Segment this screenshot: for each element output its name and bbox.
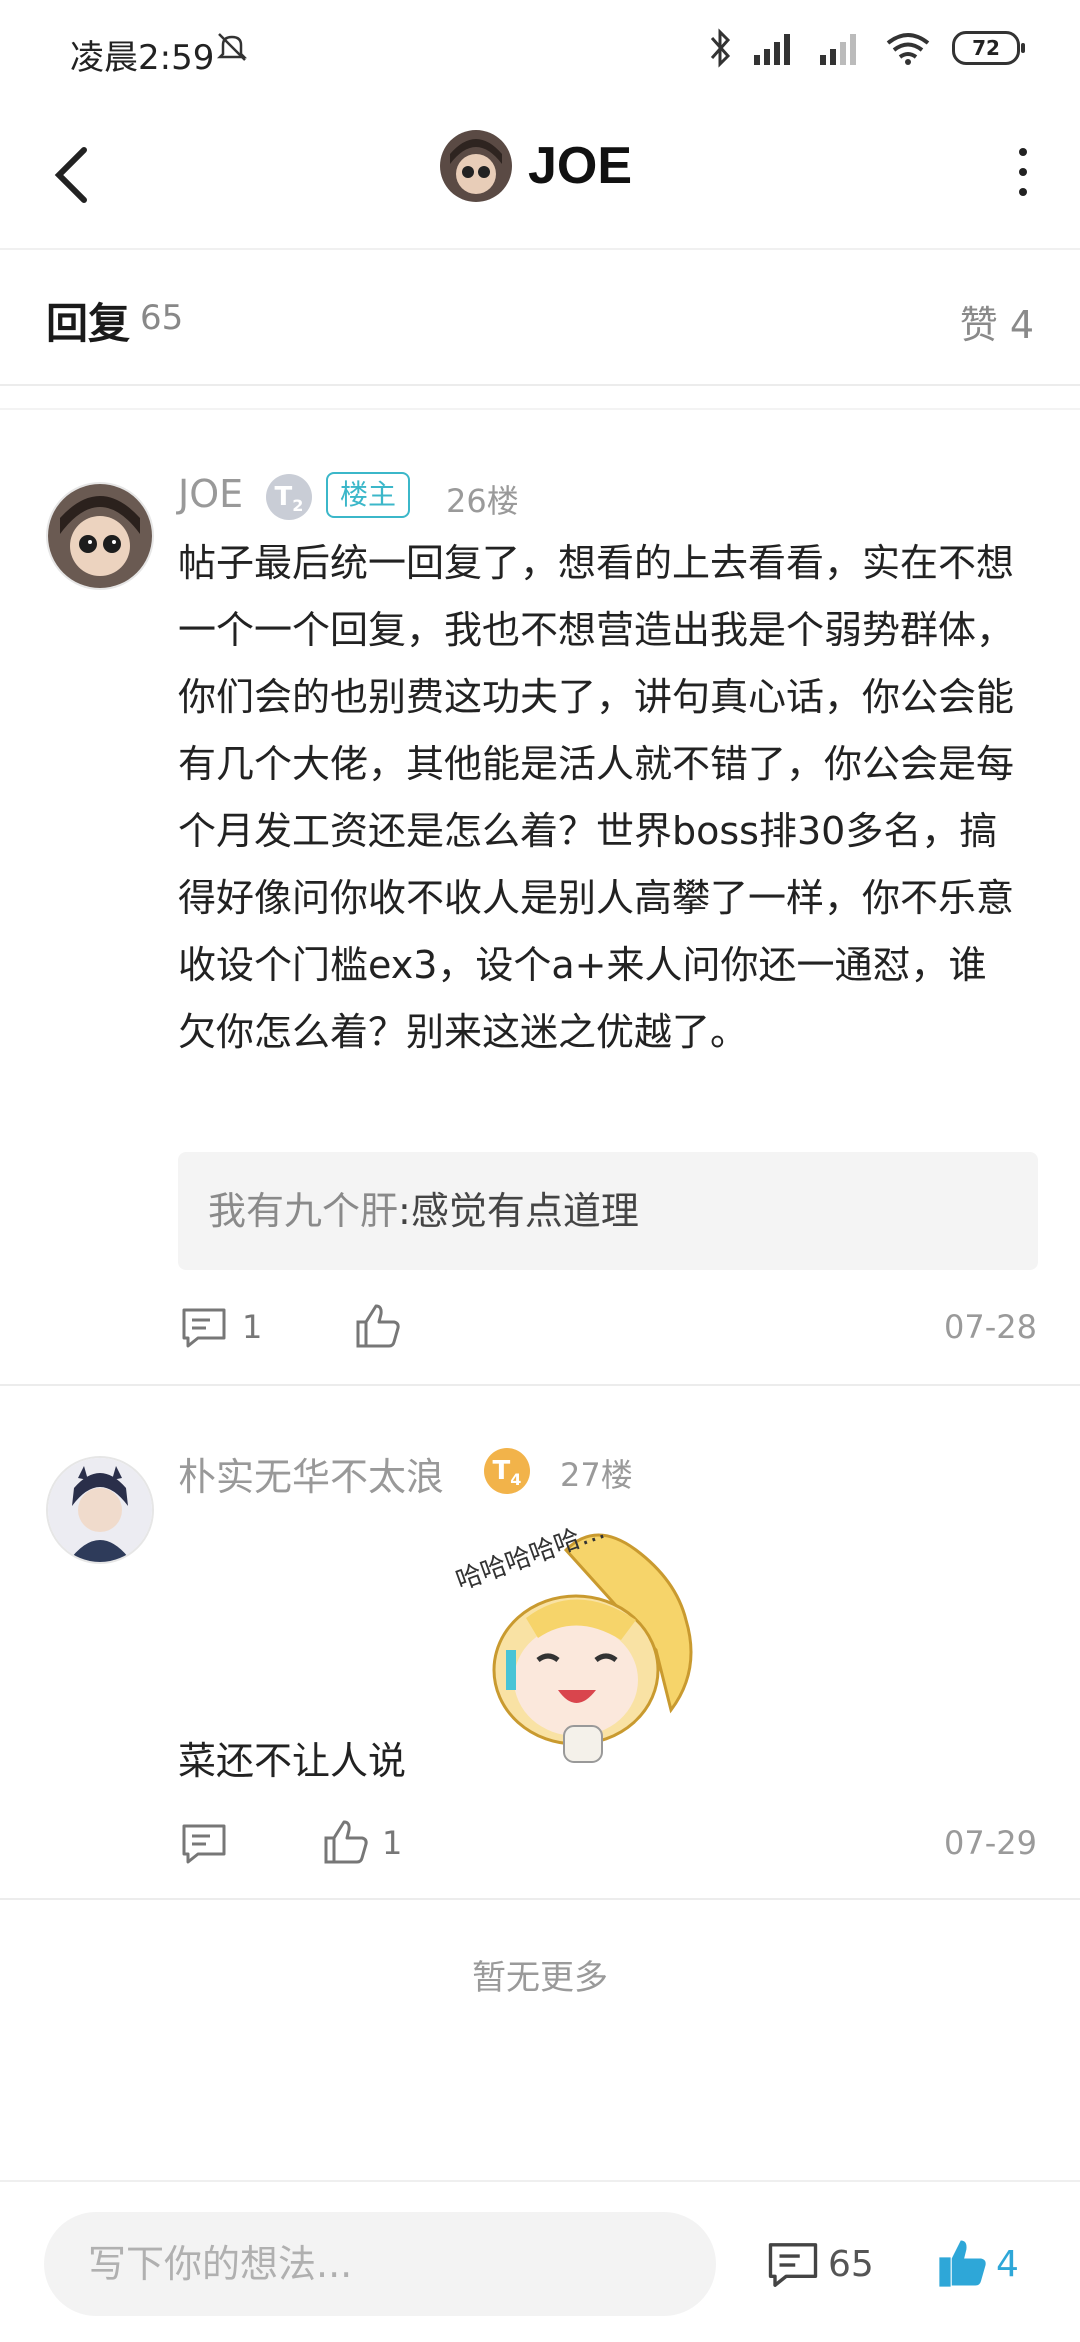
- level-letter: T: [492, 1456, 511, 1486]
- bluetooth-icon: [710, 28, 731, 68]
- divider: [0, 408, 1080, 410]
- back-arrow-icon[interactable]: [44, 140, 104, 210]
- divider: [0, 1384, 1080, 1386]
- header-avatar[interactable]: [440, 130, 512, 202]
- app-header: JOE: [0, 100, 1080, 250]
- thumbs-up-icon[interactable]: [322, 1818, 370, 1866]
- post-avatar[interactable]: [46, 1456, 154, 1564]
- level-badge-icon: T2: [266, 474, 312, 520]
- comment-icon[interactable]: [766, 2238, 820, 2292]
- battery-indicator: 72: [952, 31, 1025, 65]
- reply-input[interactable]: 写下你的想法...: [44, 2212, 716, 2316]
- post-content: 菜还不让人说: [178, 1739, 407, 1783]
- post-date: 07-29: [944, 1824, 1037, 1862]
- post-floor: 26楼: [446, 482, 519, 520]
- comment-count: 1: [242, 1308, 263, 1346]
- post-floor: 27楼: [560, 1456, 633, 1494]
- reply-count: 65: [140, 298, 184, 338]
- comment-icon[interactable]: [180, 1304, 228, 1352]
- level-badge-icon: T4: [484, 1448, 530, 1494]
- like-count: 1: [382, 1824, 403, 1862]
- bell-muted-icon: [216, 33, 248, 61]
- status-bar: 凌晨2:59 72: [0, 0, 1080, 100]
- level-number: 4: [510, 1470, 522, 1490]
- post-date: 07-28: [944, 1308, 1037, 1346]
- bottom-comment-count: 65: [828, 2244, 874, 2285]
- no-more-text: 暂无更多: [472, 1958, 608, 1998]
- quote-author[interactable]: 我有九个肝: [208, 1189, 398, 1233]
- laughing-sticker-image: 哈哈哈哈哈…: [452, 1520, 693, 1763]
- post-content: 帖子最后统一回复了，想看的上去看看，实在不想一个一个回复，我也不想营造出我是个弱…: [178, 541, 1015, 1054]
- reply-label: 回复: [46, 299, 131, 348]
- thumbs-up-icon[interactable]: [936, 2236, 990, 2290]
- bottom-like-count: 4: [996, 2244, 1019, 2285]
- page-title: JOE: [528, 137, 633, 195]
- thumbs-up-icon[interactable]: [354, 1302, 402, 1350]
- divider: [0, 1898, 1080, 1900]
- quoted-reply[interactable]: 我有九个肝:感觉有点道理: [178, 1152, 1038, 1270]
- quote-text: :感觉有点道理: [398, 1189, 639, 1233]
- bottom-action-bar: 写下你的想法... 65 4: [0, 2180, 1080, 2342]
- signal-icon-2: [820, 34, 856, 65]
- signal-icon: [754, 34, 790, 65]
- reply-summary-bar: 回复 65 赞 4: [0, 250, 1080, 386]
- status-right: 72: [708, 28, 1025, 68]
- like-summary[interactable]: 赞 4: [960, 294, 1034, 349]
- more-options-icon[interactable]: [1008, 142, 1038, 202]
- level-letter: T: [274, 482, 293, 512]
- post-avatar[interactable]: [46, 482, 154, 590]
- status-time: 凌晨2:59: [70, 38, 215, 78]
- level-number: 2: [292, 496, 304, 516]
- wifi-icon: [886, 33, 930, 65]
- post-username[interactable]: JOE: [178, 472, 243, 516]
- comment-icon[interactable]: [180, 1820, 228, 1868]
- op-badge: 楼主: [326, 472, 411, 518]
- divider: [0, 384, 1080, 386]
- post-username[interactable]: 朴实无华不太浪: [178, 1446, 444, 1501]
